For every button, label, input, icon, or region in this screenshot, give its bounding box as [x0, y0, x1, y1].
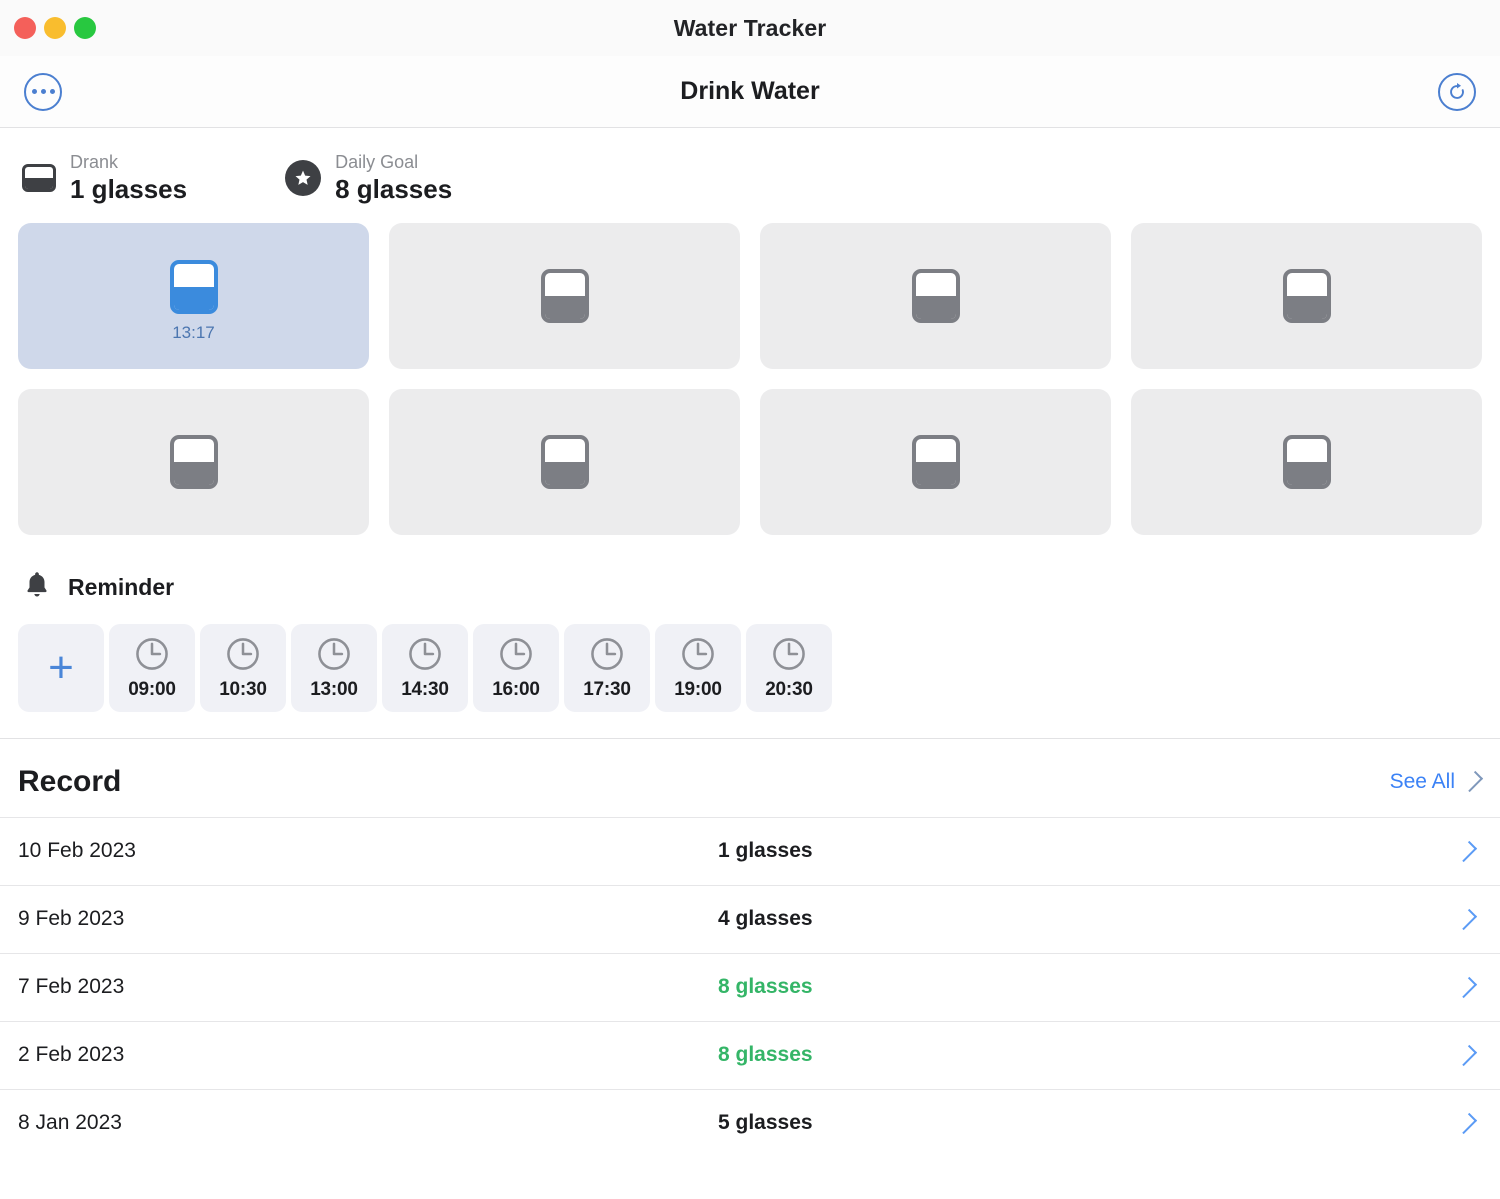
minimize-window-button[interactable]: [44, 17, 66, 39]
clock-icon: [136, 638, 168, 670]
clock-icon: [682, 638, 714, 670]
record-header: Record See All: [0, 739, 1500, 817]
record-date: 10 Feb 2023: [18, 839, 136, 863]
glass-time-label: 13:17: [172, 322, 215, 342]
clock-icon: [409, 638, 441, 670]
glass-empty-icon: [540, 268, 589, 323]
reminder-time-label: 16:00: [492, 678, 540, 700]
clock-icon: [318, 638, 350, 670]
ellipsis-icon: [31, 89, 55, 94]
add-reminder-button[interactable]: +: [18, 623, 104, 712]
traffic-light-buttons: [14, 17, 96, 39]
refresh-button[interactable]: [1438, 72, 1476, 111]
record-date: 8 Jan 2023: [18, 1111, 122, 1135]
page-title: Drink Water: [680, 77, 820, 105]
reminder-time-label: 14:30: [401, 678, 449, 700]
glass-empty-icon: [1282, 268, 1331, 323]
record-date: 2 Feb 2023: [18, 1043, 125, 1067]
window-title: Water Tracker: [673, 14, 827, 41]
record-row[interactable]: 2 Feb 2023 8 glasses: [0, 1020, 1500, 1089]
reminder-chip-1600[interactable]: 16:00: [473, 623, 559, 712]
record-row[interactable]: 10 Feb 2023 1 glasses: [0, 816, 1500, 885]
app-toolbar: Drink Water: [0, 56, 1500, 128]
stat-drank: Drank 1 glasses: [22, 152, 187, 205]
close-window-button[interactable]: [14, 17, 36, 39]
reminder-chip-1730[interactable]: 17:30: [564, 623, 650, 712]
reminder-time-label: 13:00: [310, 678, 358, 700]
record-amount: 8 glasses: [718, 975, 813, 999]
glass-card-3[interactable]: [760, 222, 1111, 369]
glass-empty-icon: [911, 434, 960, 489]
record-title: Record: [18, 764, 122, 798]
reminder-time-label: 19:00: [674, 678, 722, 700]
reminder-time-label: 09:00: [128, 678, 176, 700]
record-row[interactable]: 9 Feb 2023 4 glasses: [0, 884, 1500, 953]
record-row[interactable]: 7 Feb 2023 8 glasses: [0, 952, 1500, 1021]
reminder-header: Reminder: [0, 535, 1500, 624]
glass-card-4[interactable]: [1131, 222, 1482, 369]
reminder-time-label: 17:30: [583, 678, 631, 700]
reminder-chip-0900[interactable]: 09:00: [109, 623, 195, 712]
see-all-label: See All: [1389, 769, 1455, 793]
record-amount: 8 glasses: [718, 1043, 813, 1067]
glass-empty-icon: [540, 434, 589, 489]
record-date: 9 Feb 2023: [18, 907, 125, 931]
chevron-right-icon: [1461, 771, 1484, 793]
daily-goal-value: 8 glasses: [335, 174, 453, 205]
bell-icon: [22, 569, 52, 606]
record-amount: 4 glasses: [718, 907, 813, 931]
glass-card-8[interactable]: [1131, 388, 1482, 535]
record-amount: 5 glasses: [718, 1111, 813, 1135]
reminder-chip-list: +09:00 10:30 13:00 14:30 16:00 17:30 19:00 20:3…: [0, 623, 1500, 738]
zoom-window-button[interactable]: [74, 17, 96, 39]
reminder-chip-1900[interactable]: 19:00: [655, 623, 741, 712]
title-bar: Water Tracker: [0, 0, 1500, 56]
clock-icon: [500, 638, 532, 670]
glass-half-icon: [22, 164, 56, 193]
daily-goal-label: Daily Goal: [335, 152, 419, 172]
stat-daily-goal: Daily Goal 8 glasses: [285, 152, 452, 205]
summary-stats: Drank 1 glasses Daily Goal 8 glasses: [0, 128, 1500, 223]
reminder-title: Reminder: [68, 573, 175, 600]
reminder-chip-2030[interactable]: 20:30: [746, 623, 832, 712]
glass-filled-icon: [169, 259, 218, 314]
clock-icon: [773, 638, 805, 670]
star-badge-icon: [285, 160, 322, 197]
reminder-time-label: 20:30: [765, 678, 813, 700]
plus-icon: +: [48, 642, 74, 692]
reminder-chip-1430[interactable]: 14:30: [382, 623, 468, 712]
record-amount: 1 glasses: [718, 839, 813, 863]
record-date: 7 Feb 2023: [18, 975, 125, 999]
glass-card-1[interactable]: 13:17: [18, 222, 369, 369]
glass-grid: 13:17: [0, 222, 1500, 535]
clock-icon: [227, 638, 259, 670]
clock-icon: [591, 638, 623, 670]
glass-card-5[interactable]: [18, 388, 369, 535]
see-all-button[interactable]: See All: [1389, 769, 1484, 794]
reminder-chip-1300[interactable]: 13:00: [291, 623, 377, 712]
glass-card-2[interactable]: [389, 222, 740, 369]
glass-empty-icon: [169, 434, 218, 489]
glass-empty-icon: [1282, 434, 1331, 489]
glass-card-7[interactable]: [760, 388, 1111, 535]
app-window: Water Tracker Drink Water Drank 1 glasse…: [0, 0, 1500, 1199]
drank-label: Drank: [70, 152, 119, 172]
drank-value: 1 glasses: [70, 174, 188, 205]
reminder-chip-1030[interactable]: 10:30: [200, 623, 286, 712]
reminder-time-label: 10:30: [219, 678, 267, 700]
record-row[interactable]: 8 Jan 2023 5 glasses: [0, 1088, 1500, 1157]
refresh-icon: [1450, 82, 1464, 99]
glass-card-6[interactable]: [389, 388, 740, 535]
more-options-button[interactable]: [24, 72, 62, 111]
glass-empty-icon: [911, 268, 960, 323]
record-list: 10 Feb 2023 1 glasses 9 Feb 2023 4 glasses 7…: [0, 816, 1500, 1199]
